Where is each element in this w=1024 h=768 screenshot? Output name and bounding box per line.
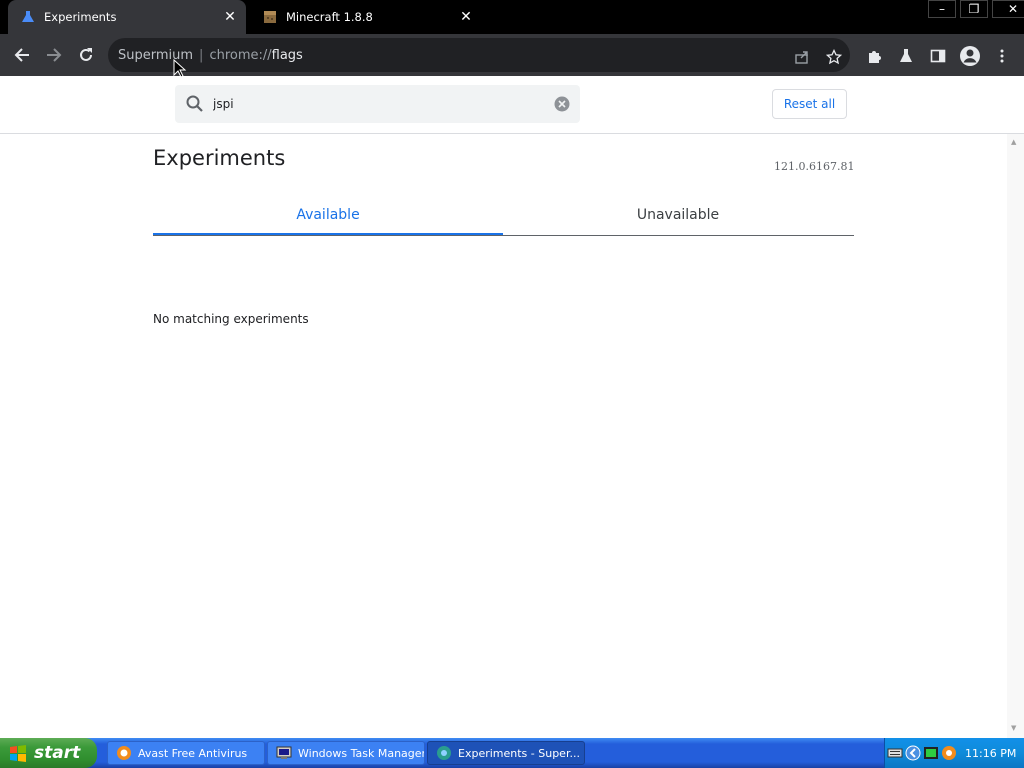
window-controls: – ❐ ✕ (924, 0, 1024, 18)
collapse-tray-icon[interactable] (905, 745, 921, 761)
mouse-cursor-icon (173, 59, 187, 78)
profile-avatar-icon[interactable] (958, 44, 982, 68)
tab-available[interactable]: Available (153, 196, 503, 235)
flask-icon (20, 9, 36, 25)
url-text: Supermium | chrome://flags (118, 47, 303, 63)
side-panel-icon[interactable] (926, 44, 950, 68)
minimize-icon[interactable]: – (928, 0, 956, 18)
system-tray: 11:16 PM (884, 738, 1024, 768)
flags-header: Reset all (0, 76, 1024, 134)
task-manager-icon (276, 746, 292, 759)
taskbar-item-task-manager[interactable]: Windows Task Manager (267, 741, 425, 765)
tab-minecraft[interactable]: Minecraft 1.8.8 ✕ (250, 0, 482, 34)
close-tab-icon[interactable]: ✕ (220, 7, 240, 27)
reload-icon[interactable] (72, 41, 100, 69)
share-icon[interactable] (790, 45, 814, 69)
minecraft-block-icon (262, 9, 278, 25)
restore-icon[interactable]: ❐ (960, 0, 988, 18)
start-button[interactable]: start (0, 738, 97, 768)
address-bar[interactable]: Supermium | chrome://flags (108, 38, 850, 72)
bookmark-star-icon[interactable] (822, 45, 846, 69)
close-window-icon[interactable]: ✕ (992, 0, 1024, 18)
scroll-down-icon[interactable]: ▼ (1011, 724, 1016, 732)
scroll-up-icon[interactable]: ▲ (1011, 138, 1016, 146)
browser-toolbar: Supermium | chrome://flags (0, 34, 1024, 76)
close-tab-icon[interactable]: ✕ (456, 7, 476, 27)
start-label: start (34, 743, 81, 763)
keyboard-icon[interactable] (887, 745, 903, 761)
clear-search-icon[interactable] (554, 96, 570, 112)
avast-tray-icon[interactable] (941, 745, 957, 761)
tab-title: Minecraft 1.8.8 (286, 10, 373, 24)
no-matching-experiments-text: No matching experiments (153, 312, 309, 326)
search-input[interactable] (211, 91, 545, 117)
clock: 11:16 PM (965, 746, 1017, 760)
taskbar-item-experiments[interactable]: Experiments - Super... (427, 741, 585, 765)
tab-strip: Experiments ✕ Minecraft 1.8.8 ✕ – ❐ ✕ (0, 0, 1024, 34)
tab-experiments[interactable]: Experiments ✕ (8, 0, 246, 34)
reset-all-button[interactable]: Reset all (772, 89, 847, 119)
avast-icon (117, 746, 131, 760)
taskbar-item-avast[interactable]: Avast Free Antivirus (107, 741, 265, 765)
vertical-scrollbar[interactable]: ▲ ▼ (1007, 134, 1024, 738)
labs-flask-icon[interactable] (894, 44, 918, 68)
taskbar: start Avast Free Antivirus Windows Task … (0, 738, 1024, 768)
search-icon (185, 94, 205, 114)
extensions-icon[interactable] (862, 44, 886, 68)
flags-tabs: Available Unavailable (153, 196, 854, 236)
windows-logo-icon (10, 745, 26, 762)
page-title: Experiments (153, 146, 286, 170)
search-container (175, 85, 580, 123)
tab-unavailable[interactable]: Unavailable (503, 196, 853, 234)
supermium-icon (437, 746, 451, 760)
back-icon[interactable] (8, 41, 36, 69)
network-monitor-icon[interactable] (923, 745, 939, 761)
forward-icon[interactable] (40, 41, 68, 69)
menu-kebab-icon[interactable] (990, 44, 1014, 68)
version-label: 121.0.6167.81 (774, 160, 855, 173)
tab-title: Experiments (44, 10, 117, 24)
